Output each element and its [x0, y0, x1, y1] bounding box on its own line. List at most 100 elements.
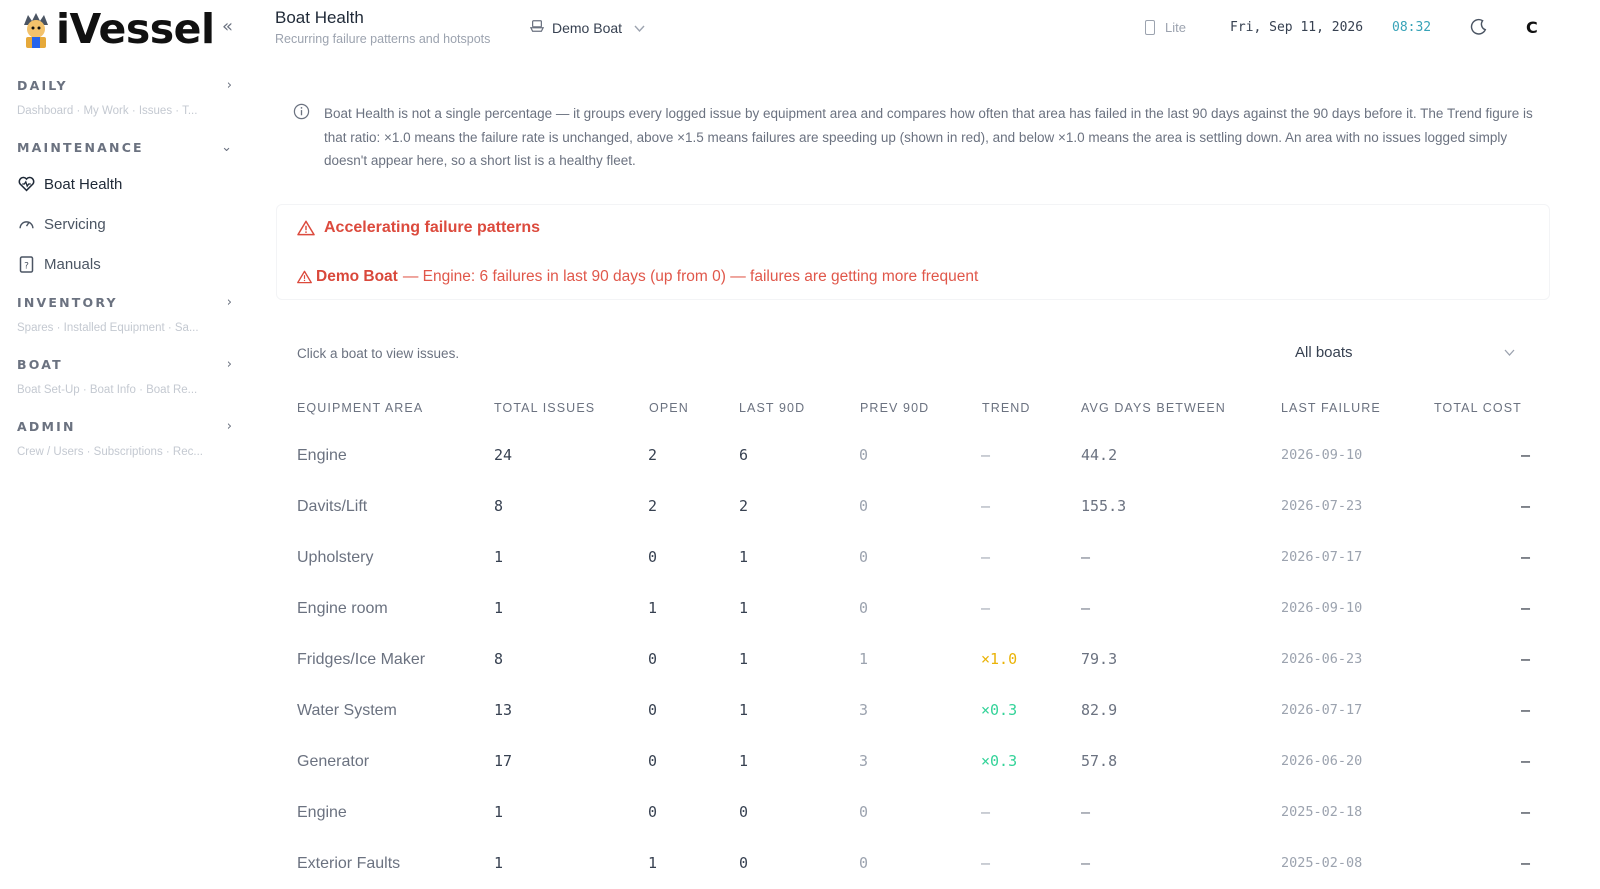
- cell-total-cost: —: [1520, 650, 1530, 668]
- cell-trend: ×0.3: [981, 752, 1018, 770]
- chevron-right-icon: ›: [226, 419, 232, 434]
- cell-total-cost: —: [1520, 497, 1530, 515]
- cell-avg-days-between: 44.2: [1081, 446, 1118, 464]
- sidebar-item-servicing[interactable]: Servicing: [17, 210, 232, 238]
- cell-last-failure: 2026-06-23: [1281, 651, 1363, 667]
- boat-filter-select[interactable]: All boats: [1295, 344, 1515, 361]
- column-header-last-failure[interactable]: LAST FAILURE: [1281, 401, 1381, 415]
- section-title: DAILY: [17, 78, 68, 93]
- sidebar-item-manuals[interactable]: ? Manuals: [17, 250, 232, 278]
- table-row[interactable]: Generator 17 0 1 3 ×0.3 57.8 2026-06-20 —: [276, 736, 1550, 787]
- cell-total-cost: —: [1520, 752, 1530, 770]
- boat-icon: [529, 19, 545, 36]
- section-daily[interactable]: DAILY ›: [17, 78, 232, 93]
- table-row[interactable]: Engine 24 2 6 0 — 44.2 2026-09-10 —: [276, 430, 1550, 481]
- cell-prev-90d: 0: [859, 599, 869, 617]
- cell-open: 0: [648, 701, 658, 719]
- sidebar: iVessel « DAILY › Dashboard · My Work · …: [0, 0, 245, 889]
- alert-message: — Engine: 6 failures in last 90 days (up…: [402, 268, 979, 285]
- table-row[interactable]: Davits/Lift 8 2 2 0 — 155.3 2026-07-23 —: [276, 481, 1550, 532]
- cell-prev-90d: 0: [859, 803, 869, 821]
- current-date: Fri, Sep 11, 2026: [1230, 20, 1364, 35]
- column-header-equipment-area[interactable]: EQUIPMENT AREA: [297, 401, 423, 415]
- lite-mode-toggle[interactable]: Lite: [1145, 20, 1186, 35]
- cell-open: 1: [648, 599, 658, 617]
- section-boat[interactable]: BOAT ›: [17, 357, 232, 372]
- boat-filter-value: All boats: [1295, 344, 1353, 361]
- manual-icon: ?: [17, 255, 35, 273]
- cell-open: 2: [648, 446, 658, 464]
- cell-avg-days-between: 155.3: [1081, 497, 1127, 515]
- cell-equipment-area: Water System: [297, 702, 397, 719]
- cell-total-cost: —: [1520, 446, 1530, 464]
- table-row[interactable]: Upholstery 1 0 1 0 — — 2026-07-17 —: [276, 532, 1550, 583]
- cell-last-failure: 2026-09-10: [1281, 447, 1363, 463]
- cell-equipment-area: Exterior Faults: [297, 855, 401, 872]
- column-header-total-cost[interactable]: TOTAL COST: [1434, 401, 1522, 415]
- cell-prev-90d: 3: [859, 701, 869, 719]
- section-admin[interactable]: ADMIN ›: [17, 419, 232, 434]
- section-maintenance[interactable]: MAINTENANCE ⌄: [17, 140, 232, 155]
- page-title: Boat Health: [275, 8, 364, 27]
- boat-selector[interactable]: Demo Boat: [529, 19, 645, 36]
- cell-trend: —: [981, 854, 991, 872]
- cell-equipment-area: Davits/Lift: [297, 498, 368, 515]
- column-header-last-90d[interactable]: LAST 90D: [739, 401, 805, 415]
- cell-total-issues: 13: [494, 701, 513, 719]
- cell-avg-days-between: 79.3: [1081, 650, 1118, 668]
- cell-trend: ×0.3: [981, 701, 1018, 719]
- section-inventory[interactable]: INVENTORY ›: [17, 295, 232, 310]
- cell-equipment-area: Fridges/Ice Maker: [297, 651, 426, 668]
- collapse-sidebar-icon[interactable]: «: [222, 16, 233, 37]
- table-row[interactable]: Fridges/Ice Maker 8 0 1 1 ×1.0 79.3 2026-06-23 —: [276, 634, 1550, 685]
- warning-icon: [297, 270, 312, 284]
- current-time: 08:32: [1392, 20, 1432, 35]
- cell-last-90d: 0: [739, 854, 749, 872]
- cell-last-failure: 2026-07-17: [1281, 702, 1363, 718]
- column-header-trend[interactable]: TREND: [982, 401, 1031, 415]
- cell-last-90d: 1: [739, 752, 749, 770]
- cell-prev-90d: 0: [859, 854, 869, 872]
- chevron-down-icon: ⌄: [221, 140, 232, 155]
- phone-icon: [1145, 20, 1155, 35]
- table-hint: Click a boat to view issues.: [297, 346, 460, 361]
- cell-total-issues: 24: [494, 446, 513, 464]
- cell-trend: —: [981, 599, 991, 617]
- chevron-right-icon: ›: [226, 357, 232, 372]
- alert-item[interactable]: Demo Boat — Engine: 6 failures in last 9…: [297, 268, 978, 286]
- column-header-total-issues[interactable]: TOTAL ISSUES: [494, 401, 595, 415]
- cell-last-90d: 1: [739, 548, 749, 566]
- dark-mode-moon-icon[interactable]: [1470, 18, 1488, 40]
- cell-prev-90d: 0: [859, 548, 869, 566]
- alert-boat-link[interactable]: Demo Boat: [316, 268, 398, 286]
- table-row[interactable]: Engine 1 0 0 0 — — 2025-02-18 —: [276, 787, 1550, 838]
- column-header-open[interactable]: OPEN: [649, 401, 689, 415]
- cell-total-issues: 17: [494, 752, 513, 770]
- section-boat-subtitle: Boat Set-Up · Boat Info · Boat Re...: [17, 384, 198, 396]
- chevron-down-icon: [634, 20, 645, 36]
- cell-prev-90d: 3: [859, 752, 869, 770]
- warning-icon: [297, 220, 315, 236]
- cell-avg-days-between: 57.8: [1081, 752, 1118, 770]
- cell-prev-90d: 0: [859, 446, 869, 464]
- app-logo[interactable]: iVessel: [18, 5, 215, 53]
- table-row[interactable]: Water System 13 0 1 3 ×0.3 82.9 2026-07-17—: [276, 685, 1550, 736]
- cell-last-failure: 2026-09-10: [1281, 600, 1363, 616]
- cell-trend: ×1.0: [981, 650, 1018, 668]
- table-row[interactable]: Engine room 1 1 1 0 — — 2026-09-10 —: [276, 583, 1550, 634]
- column-header-avg-days-between[interactable]: AVG DAYS BETWEEN: [1081, 401, 1226, 415]
- cell-last-90d: 2: [739, 497, 749, 515]
- info-icon: [293, 103, 310, 124]
- chevron-right-icon: ›: [226, 295, 232, 310]
- section-daily-subtitle: Dashboard · My Work · Issues · T...: [17, 105, 198, 117]
- cell-total-cost: —: [1520, 701, 1530, 719]
- user-avatar[interactable]: C: [1526, 18, 1538, 37]
- cell-total-issues: 1: [494, 548, 504, 566]
- section-title: BOAT: [17, 357, 63, 372]
- cell-total-issues: 1: [494, 599, 504, 617]
- cell-trend: —: [981, 803, 991, 821]
- column-header-prev-90d[interactable]: PREV 90D: [860, 401, 929, 415]
- table-row[interactable]: Exterior Faults 1 1 0 0 — — 2025-02-08 —: [276, 838, 1550, 889]
- sidebar-item-boat-health[interactable]: Boat Health: [17, 170, 232, 198]
- cell-total-cost: —: [1520, 599, 1530, 617]
